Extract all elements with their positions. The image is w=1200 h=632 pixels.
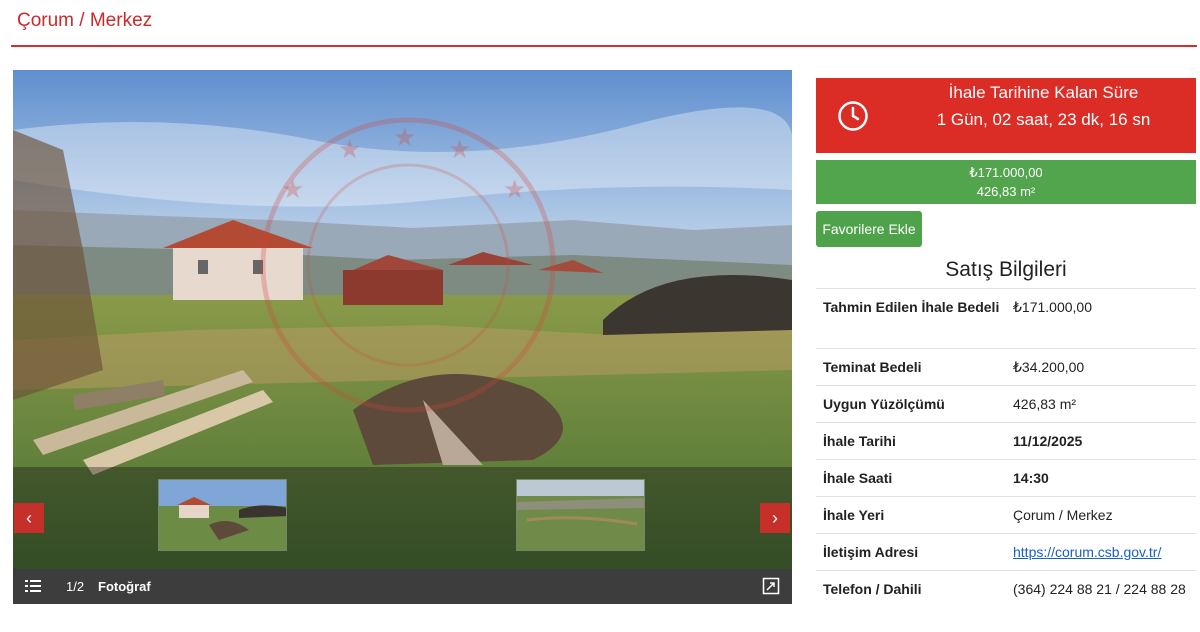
row-label: Uygun Yüzölçümü [823,396,945,412]
table-row: İhale Tarihi 11/12/2025 [816,422,1196,459]
photo-label: Fotoğraf [98,579,151,594]
row-label: İletişim Adresi [823,544,919,560]
row-label: İhale Yeri [823,507,885,523]
row-label: Telefon / Dahili [823,581,922,597]
contact-link[interactable]: https://corum.csb.gov.tr/ [1013,544,1161,560]
expand-icon[interactable] [762,577,780,595]
table-row: Uygun Yüzölçümü 426,83 m² [816,385,1196,422]
svg-text:★: ★ [448,135,471,165]
header-divider [11,45,1197,47]
svg-text:★: ★ [503,175,526,205]
countdown-title: İhale Tarihine Kalan Süre [948,83,1139,102]
row-value: 11/12/2025 [1013,433,1083,449]
sales-info-title: Satış Bilgileri [945,258,1067,281]
price-value: ₺171.000,00 [969,165,1043,180]
table-row: İhale Saati 14:30 [816,459,1196,496]
thumbnail-strip [13,467,792,569]
row-value: ₺34.200,00 [1013,359,1085,375]
photo-counter: 1/2 [66,579,85,594]
row-value: Çorum / Merkez [1013,507,1113,523]
gallery-prev-button[interactable]: ‹ [14,503,44,533]
row-label: İhale Tarihi [823,433,896,449]
clock-icon [838,101,868,131]
gallery-next-button[interactable]: › [760,503,790,533]
photo-gallery[interactable]: ★ ★ ★ ★ ★ ‹ › 1/2 Fotoğraf [13,70,792,604]
countdown-value: 1 Gün, 02 saat, 23 dk, 16 sn [936,110,1151,129]
list-icon[interactable] [25,578,41,594]
svg-text:★: ★ [281,175,304,205]
row-label: Teminat Bedeli [823,359,922,375]
svg-text:★: ★ [393,123,416,153]
table-row: Teminat Bedeli ₺34.200,00 [816,348,1196,385]
table-row: Tahmin Edilen İhale Bedeli ₺171.000,00 [816,288,1196,348]
row-label: Tahmin Edilen İhale Bedeli [823,299,1000,315]
chevron-right-icon: › [772,508,778,528]
row-value: 426,83 m² [1013,396,1077,412]
table-row: Telefon / Dahili (364) 224 88 21 / 224 8… [816,570,1196,630]
chevron-left-icon: ‹ [26,508,32,528]
area-value: 426,83 m² [976,184,1036,199]
svg-text:★: ★ [338,135,361,165]
gallery-toolbar: 1/2 Fotoğraf [13,569,792,604]
table-row: İletişim Adresi https://corum.csb.gov.tr… [816,533,1196,570]
row-value: 14:30 [1013,470,1049,486]
table-row: İhale Yeri Çorum / Merkez [816,496,1196,533]
thumbnail-2[interactable] [516,479,645,551]
breadcrumb[interactable]: Çorum / Merkez [17,10,152,32]
auction-countdown: İhale Tarihine Kalan Süre 1 Gün, 02 saat… [816,78,1196,153]
thumbnail-1[interactable] [158,479,287,551]
sales-info-table: Tahmin Edilen İhale Bedeli ₺171.000,00 T… [816,288,1196,630]
add-to-favorites-button[interactable]: Favorilere Ekle [816,211,922,247]
row-label: İhale Saati [823,470,893,486]
row-value: ₺171.000,00 [1013,299,1092,315]
price-summary: ₺171.000,00 426,83 m² [816,160,1196,204]
row-value: (364) 224 88 21 / 224 88 28 [1013,581,1186,597]
